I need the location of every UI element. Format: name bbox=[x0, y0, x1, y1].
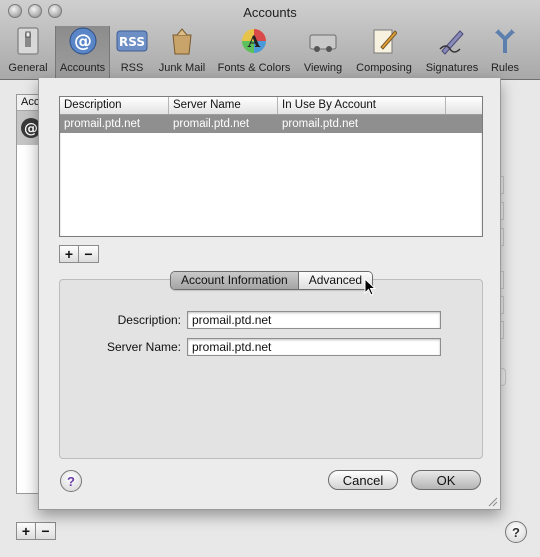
server-name-field[interactable]: promail.ptd.net bbox=[187, 338, 441, 356]
toolbar-signatures[interactable]: Signatures bbox=[422, 26, 482, 78]
table-cell-in-use-by-account: promail.ptd.net bbox=[282, 118, 359, 130]
column-header-in-use-by-account[interactable]: In Use By Account bbox=[278, 97, 446, 114]
description-label: Description: bbox=[117, 313, 181, 327]
junk-mail-icon bbox=[166, 26, 198, 56]
toolbar-accounts[interactable]: @ Accounts bbox=[55, 26, 110, 79]
add-account-button[interactable]: + bbox=[16, 522, 36, 540]
column-header-description[interactable]: Description bbox=[60, 97, 169, 114]
svg-text:@: @ bbox=[24, 121, 38, 137]
fonts-colors-icon: A bbox=[238, 26, 270, 56]
toolbar-label: Junk Mail bbox=[158, 62, 206, 74]
viewing-icon bbox=[307, 26, 339, 56]
column-header-empty bbox=[446, 97, 482, 114]
toolbar-viewing[interactable]: Viewing bbox=[300, 26, 346, 78]
description-field[interactable]: promail.ptd.net bbox=[187, 311, 441, 329]
svg-text:@: @ bbox=[74, 31, 92, 52]
accounts-at-icon: @ bbox=[67, 26, 99, 56]
toolbar-composing[interactable]: Composing bbox=[352, 26, 416, 78]
description-row: Description: promail.ptd.net bbox=[59, 311, 441, 329]
server-name-label: Server Name: bbox=[106, 340, 181, 354]
toolbar-fonts-colors[interactable]: A Fonts & Colors bbox=[214, 26, 294, 78]
add-server-button[interactable]: + bbox=[59, 245, 79, 263]
toolbar-rules[interactable]: Rules bbox=[488, 26, 522, 78]
toolbar-label: Signatures bbox=[425, 62, 479, 74]
toolbar-rss[interactable]: RSS RSS bbox=[114, 26, 150, 78]
remove-server-button[interactable]: − bbox=[79, 245, 99, 263]
svg-text:A: A bbox=[247, 32, 261, 51]
table-cell-server-name: promail.ptd.net bbox=[173, 118, 250, 130]
background-add-remove: + − bbox=[16, 522, 56, 540]
server-add-remove: + − bbox=[59, 245, 99, 263]
table-row[interactable]: promail.ptd.net promail.ptd.net promail.… bbox=[60, 115, 482, 133]
toolbar-label: Rules bbox=[490, 62, 520, 74]
tab-content-box bbox=[59, 279, 483, 459]
toolbar-label: Composing bbox=[356, 62, 412, 74]
remove-account-button[interactable]: − bbox=[36, 522, 56, 540]
sheet-help-button[interactable]: ? bbox=[60, 470, 82, 492]
toolbar-label: RSS bbox=[120, 62, 144, 74]
toolbar-general[interactable]: General bbox=[6, 26, 50, 78]
cancel-button[interactable]: Cancel bbox=[328, 470, 398, 490]
outgoing-server-sheet: Description Server Name In Use By Accoun… bbox=[38, 78, 501, 510]
tab-bar: Account Information Advanced bbox=[170, 271, 374, 290]
ok-button[interactable]: OK bbox=[411, 470, 481, 490]
toolbar-label: Fonts & Colors bbox=[217, 62, 291, 74]
signatures-icon bbox=[436, 26, 468, 56]
help-button[interactable]: ? bbox=[505, 521, 527, 543]
svg-text:RSS: RSS bbox=[119, 35, 145, 49]
rss-icon: RSS bbox=[116, 26, 148, 56]
table-header: Description Server Name In Use By Accoun… bbox=[60, 97, 482, 115]
column-header-server-name[interactable]: Server Name bbox=[169, 97, 278, 114]
toolbar-label: General bbox=[8, 62, 48, 74]
preferences-toolbar: General @ Accounts RSS RSS Junk Mail A F… bbox=[0, 26, 540, 79]
toolbar-label: Accounts bbox=[59, 62, 106, 74]
toolbar-label: Viewing bbox=[303, 62, 343, 74]
server-name-row: Server Name: promail.ptd.net bbox=[59, 338, 441, 356]
tab-account-information[interactable]: Account Information bbox=[171, 272, 299, 289]
resize-grip-icon[interactable] bbox=[486, 495, 498, 507]
mouse-pointer-icon bbox=[364, 278, 376, 296]
window-titlebar: Accounts General @ Accounts RSS RSS Junk… bbox=[0, 0, 540, 80]
table-cell-description: promail.ptd.net bbox=[64, 118, 141, 130]
tab-advanced[interactable]: Advanced bbox=[298, 272, 373, 289]
help-question-mark: ? bbox=[67, 473, 75, 489]
smtp-server-table[interactable]: Description Server Name In Use By Accoun… bbox=[59, 96, 483, 237]
composing-icon bbox=[368, 26, 400, 56]
window-title: Accounts bbox=[243, 5, 297, 20]
rules-icon bbox=[489, 26, 521, 56]
general-icon bbox=[12, 26, 44, 56]
toolbar-junk-mail[interactable]: Junk Mail bbox=[156, 26, 208, 78]
